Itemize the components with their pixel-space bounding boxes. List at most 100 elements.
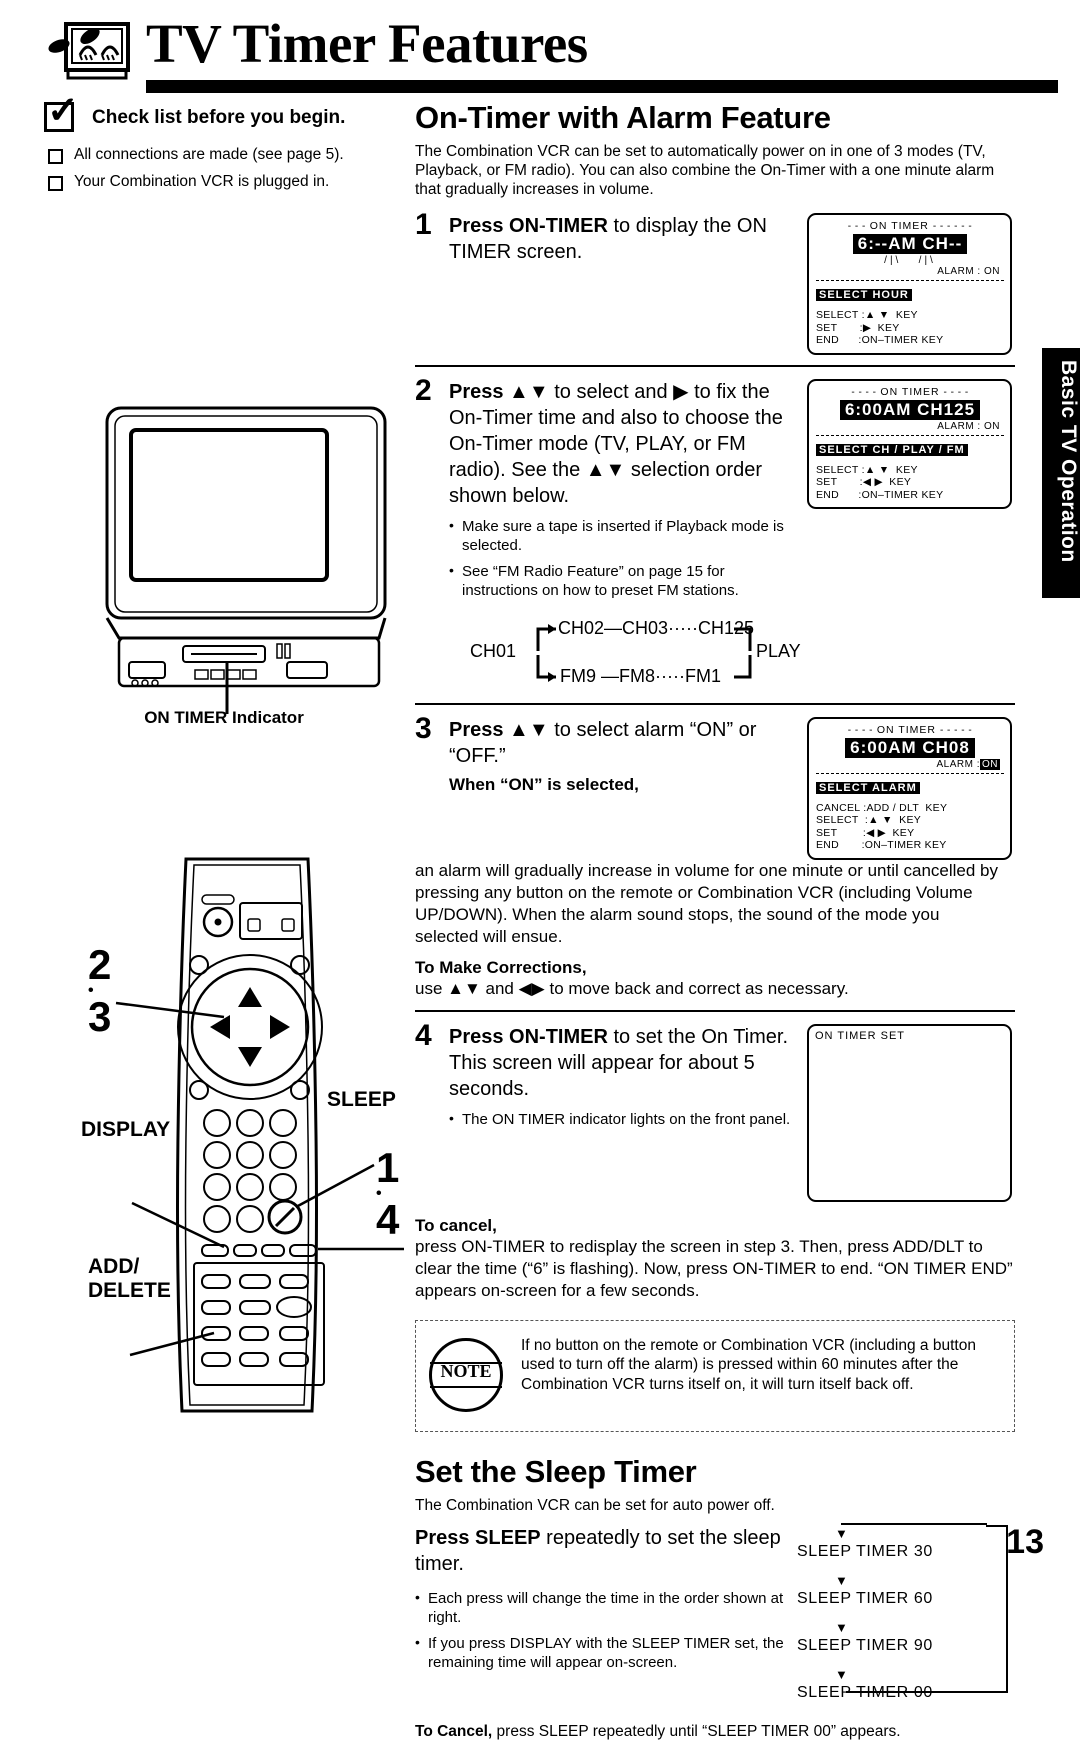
checklist-item[interactable]: Your Combination VCR is plugged in.	[44, 172, 394, 196]
sleep-sequence-item: SLEEP TIMER 90	[797, 1636, 933, 1654]
step-2-bold: Press	[449, 380, 504, 403]
arrow-down-icon: ▼	[835, 1525, 848, 1541]
sleep-instruction-bold: Press SLEEP	[415, 1526, 541, 1549]
callout-add-delete: ADD/ DELETE	[88, 1255, 171, 1303]
step-2-bullet: Make sure a tape is inserted if Playback…	[449, 516, 799, 555]
section-intro-sleep-timer: The Combination VCR can be set for auto …	[415, 1496, 775, 1514]
step-3-bold: Press	[449, 718, 504, 741]
note-box: NOTE If no button on the remote or Combi…	[415, 1319, 1015, 1432]
osd-key-help: CANCEL :ADD / DLT KEY SELECT :▲ ▼ KEY SE…	[816, 802, 1004, 852]
step-3: 3 Press ▲▼ to select alarm “ON” or “OFF.…	[415, 712, 799, 795]
osd-divider	[816, 280, 1004, 281]
note-text: If no button on the remote or Combinatio…	[521, 1336, 976, 1393]
osd-flash-ticks: /|\ /|\	[884, 255, 936, 266]
to-cancel-block: To cancel, press ON-TIMER to redisplay t…	[415, 1216, 1015, 1302]
osd-title-row: - - - ON TIMER - - - - - -	[847, 220, 973, 232]
callout-2: 2	[88, 941, 112, 988]
step-1: 1 Press ON-TIMER to display the ON TIMER…	[415, 208, 799, 265]
osd-key-line: SET :◀ ▶ KEY	[816, 826, 915, 839]
osd-divider	[816, 434, 1004, 436]
osd-time: 6:00AM CH08	[845, 737, 975, 758]
section-title-sleep-timer: Set the Sleep Timer	[415, 1453, 697, 1489]
arrow-down-icon: ▼	[835, 1666, 848, 1682]
sleep-bullet: Each press will change the time in the o…	[415, 1588, 785, 1627]
side-tab-label: Basic TV Operation	[1057, 360, 1080, 563]
to-cancel-heading: To cancel,	[415, 1215, 497, 1235]
sleep-loop-line	[846, 1524, 1008, 1693]
osd-alarm-value: ON	[980, 758, 1000, 770]
osd-title-row: - - - - ON TIMER - - - -	[851, 385, 969, 398]
osd-key-line: SELECT :▲ ▼ KEY	[816, 309, 918, 321]
checkbox-icon[interactable]	[48, 176, 63, 191]
manual-page: TV Timer Features ✓ Check list before yo…	[0, 0, 1080, 1740]
osd-on-timer-set-text: ON TIMER SET	[815, 1029, 906, 1042]
right-column: On-Timer with Alarm Feature The Combinat…	[415, 100, 1015, 1741]
sleep-to-cancel-bold: To Cancel,	[415, 1722, 493, 1740]
osd-title-row: - - - - ON TIMER - - - - -	[847, 723, 973, 736]
header-rule	[146, 80, 1058, 93]
channel-order-right: PLAY	[756, 640, 801, 661]
channel-order-bottom: FM9 —FM8·····FM1	[560, 665, 721, 686]
step-3-text: Press ▲▼ to select alarm “ON” or “OFF.”	[449, 717, 799, 769]
step-2: 2 Press ▲▼ to select and ▶ to fix the On…	[415, 374, 799, 600]
checklist-item-label: All connections are made (see page 5).	[74, 146, 344, 163]
sleep-bullet: If you press DISPLAY with the SLEEP TIME…	[415, 1633, 785, 1672]
osd-key-line: SET :◀ ▶ KEY	[816, 476, 912, 488]
step-4-bullet: The ON TIMER indicator lights on the fro…	[449, 1109, 799, 1129]
corrections-body: use ▲▼ and ◀▶ to move back and correct a…	[415, 978, 849, 998]
checklist-heading: Check list before you begin.	[92, 107, 346, 128]
channel-order-top: CH02—CH03·····CH125	[558, 617, 755, 638]
sleep-sequence-item: SLEEP TIMER 60	[797, 1589, 933, 1607]
step-divider	[415, 702, 1015, 705]
osd-divider	[816, 772, 1004, 774]
sleep-instruction: Press SLEEP repeatedly to set the sleep …	[415, 1525, 785, 1577]
checklist-heading-row: ✓ Check list before you begin.	[44, 92, 394, 142]
callout-1: 1	[376, 1144, 400, 1191]
osd-time-row: 6:00AM CH08	[816, 737, 1004, 759]
checklist-item[interactable]: All connections are made (see page 5).	[44, 145, 394, 169]
osd-time: 6:--AM CH--	[852, 234, 968, 254]
checkmark-icon: ✓	[47, 90, 79, 132]
tv-indicator-caption: ON TIMER Indicator	[144, 708, 304, 727]
side-tab-basic-tv-operation: Basic TV Operation	[1042, 348, 1080, 598]
arrow-down-icon: ▼	[835, 1619, 848, 1635]
osd-key-line: END :ON–TIMER KEY	[816, 334, 944, 346]
page-header: TV Timer Features	[46, 13, 1058, 93]
osd-key-line: SET :▶ KEY	[816, 321, 900, 334]
osd-title: ON TIMER	[876, 723, 937, 736]
osd-title: ON TIMER	[880, 385, 940, 398]
corrections-heading: To Make Corrections,	[415, 957, 587, 977]
osd-mode: SELECT HOUR	[816, 289, 912, 301]
tv-illustration	[105, 406, 387, 714]
osd-select-ch-play-fm: - - - - ON TIMER - - - - 6:00AM CH125 AL…	[807, 378, 1012, 509]
step-4-number: 4	[415, 1018, 432, 1052]
callout-delete: DELETE	[88, 1279, 171, 1302]
checkbox-icon[interactable]	[48, 149, 63, 164]
note-label: NOTE	[440, 1360, 492, 1381]
osd-title: ON TIMER	[869, 220, 929, 232]
callout-display: DISPLAY	[81, 1118, 171, 1141]
step-2-bullet: See “FM Radio Feature” on page 15 for in…	[449, 561, 799, 600]
step-3-row: 3 Press ▲▼ to select alarm “ON” or “OFF.…	[415, 712, 1015, 860]
osd-key-help: SELECT :▲ ▼ KEY SET :▶ KEY END :ON–TIMER…	[816, 309, 1004, 347]
callout-sleep: SLEEP	[327, 1088, 396, 1111]
osd-mode: SELECT CH / PLAY / FM	[816, 443, 968, 456]
osd-alarm-row: ALARM : ON	[816, 758, 1004, 770]
step-3-body: an alarm will gradually increase in volu…	[415, 860, 999, 946]
sleep-sequence-list: ▼ SLEEP TIMER 30 ▼ SLEEP TIMER 60 ▼ SLEE…	[797, 1522, 1008, 1717]
step-4-bold: Press ON-TIMER	[449, 1025, 608, 1048]
sleep-timer-instructions: Press SLEEP repeatedly to set the sleep …	[415, 1525, 785, 1717]
sleep-to-cancel-rest: press SLEEP repeatedly until “SLEEP TIME…	[492, 1722, 901, 1740]
step-2-number: 2	[415, 373, 432, 407]
step-4-text: Press ON-TIMER to set the On Timer. This…	[449, 1024, 799, 1102]
osd-alarm: ALARM : ON	[937, 266, 1000, 277]
callout-add: ADD/	[88, 1255, 140, 1278]
page-title: TV Timer Features	[146, 13, 588, 74]
tv-sleep-icon	[48, 22, 130, 80]
callout-3: 3	[88, 993, 112, 1040]
step-1-bold: Press ON-TIMER	[449, 215, 608, 237]
osd-time: 6:00AM CH125	[839, 399, 981, 420]
channel-order-left: CH01	[470, 640, 517, 661]
osd-key-line: SELECT :▲ ▼ KEY	[816, 814, 922, 826]
osd-on-timer-set: ON TIMER SET	[807, 1023, 1012, 1202]
